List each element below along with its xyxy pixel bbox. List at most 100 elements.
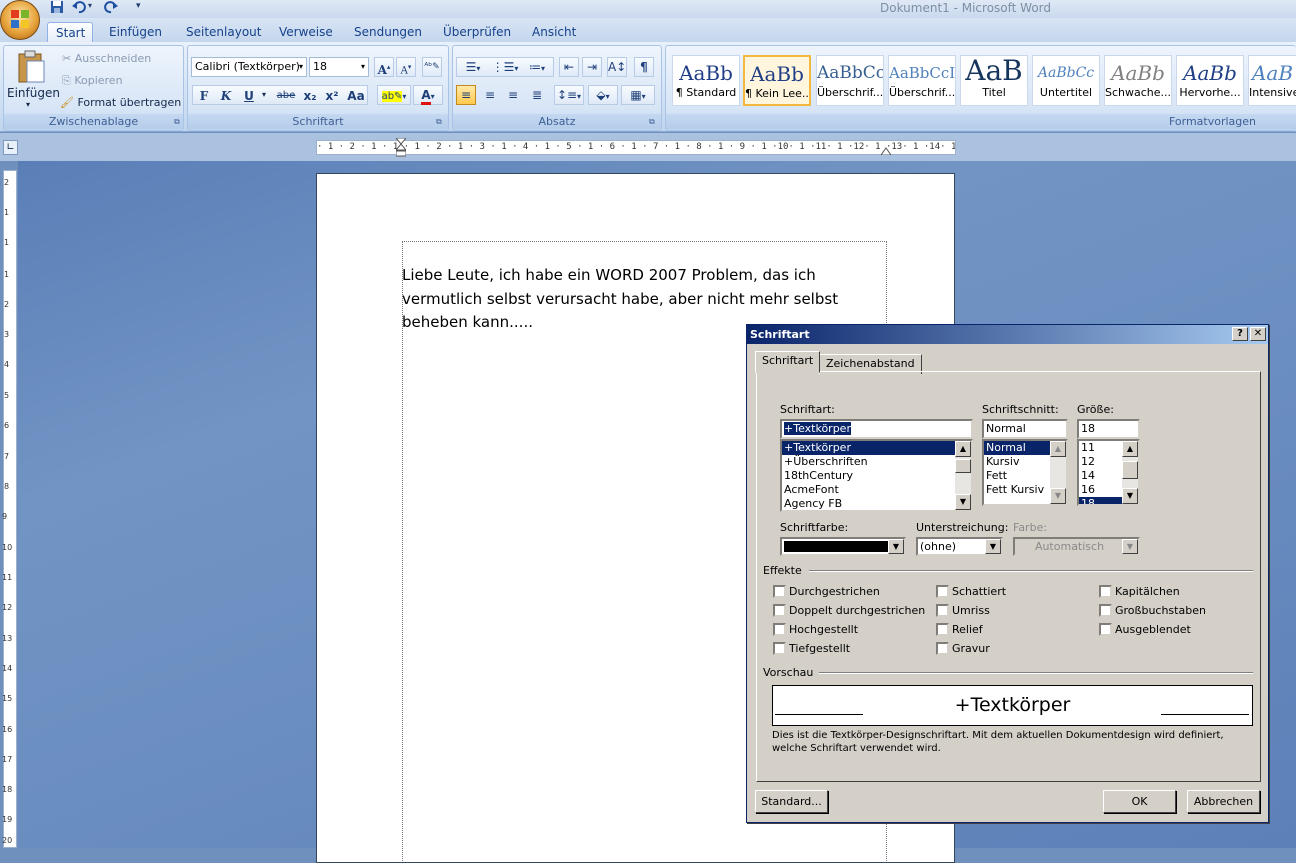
show-formatting-icon[interactable]: ¶ bbox=[634, 57, 654, 77]
style-intensive-hervorhebung[interactable]: AaBIntensive... bbox=[1248, 55, 1296, 106]
italic-button[interactable]: K bbox=[216, 86, 236, 106]
underline-dropdown[interactable]: (ohne) ▼ bbox=[916, 537, 1003, 556]
tab-ansicht[interactable]: Ansicht bbox=[524, 22, 584, 42]
emboss-checkbox[interactable] bbox=[936, 623, 949, 636]
cancel-button[interactable]: Abbrechen bbox=[1187, 790, 1260, 813]
numbering-icon[interactable]: ⋮☰▾ bbox=[490, 57, 520, 77]
undo-icon[interactable] bbox=[72, 0, 86, 15]
strikethrough-button[interactable]: abe bbox=[274, 86, 298, 106]
font-style-input[interactable]: Normal bbox=[982, 419, 1068, 439]
shading-icon[interactable]: ⬙▾ bbox=[588, 85, 618, 105]
grow-font-button[interactable]: A▴ bbox=[374, 57, 394, 77]
bold-button[interactable]: F bbox=[194, 86, 214, 106]
font-color-dropdown[interactable]: ▼ bbox=[780, 537, 906, 556]
subscript-checkbox[interactable] bbox=[773, 642, 786, 655]
shadow-checkbox[interactable] bbox=[936, 585, 949, 598]
tab-einfuegen[interactable]: Einfügen bbox=[101, 22, 170, 42]
list-item[interactable]: 18thCentury bbox=[782, 469, 971, 483]
tab-sendungen[interactable]: Sendungen bbox=[346, 22, 430, 42]
scroll-up-icon[interactable]: ▲ bbox=[1050, 441, 1066, 457]
font-size-combo[interactable]: 18 ▾ bbox=[309, 57, 369, 77]
dialog-launcher-icon[interactable]: ⧉ bbox=[174, 117, 180, 127]
tab-start[interactable]: Start bbox=[47, 22, 93, 43]
font-style-list[interactable]: Normal Kursiv Fett Fett Kursiv ▲ ▼ bbox=[982, 439, 1068, 506]
change-case-button[interactable]: Aa bbox=[346, 86, 366, 106]
paste-dropdown-icon[interactable]: ▾ bbox=[26, 100, 30, 109]
tab-seitenlayout[interactable]: Seitenlayout bbox=[178, 22, 269, 42]
align-left-icon[interactable]: ≡ bbox=[456, 85, 476, 105]
underline-color-dropdown[interactable]: Automatisch ▼ bbox=[1013, 537, 1140, 556]
tab-ueberpruefen[interactable]: Überprüfen bbox=[435, 22, 519, 42]
scrollbar[interactable]: ▲ ▼ bbox=[1050, 441, 1066, 504]
style-titel[interactable]: AaB Titel bbox=[960, 55, 1028, 106]
default-button[interactable]: Standard... bbox=[755, 790, 828, 813]
font-color-button[interactable]: A▾ bbox=[413, 85, 443, 105]
align-center-icon[interactable]: ≡ bbox=[480, 85, 500, 105]
multilevel-list-icon[interactable]: ≔▾ bbox=[522, 57, 552, 77]
copy-button[interactable]: ⎘ Kopieren bbox=[62, 74, 123, 88]
justify-icon[interactable]: ≣ bbox=[527, 85, 547, 105]
align-right-icon[interactable]: ≡ bbox=[503, 85, 523, 105]
paste-icon[interactable] bbox=[14, 49, 48, 85]
format-painter-button[interactable]: 🖌 Format übertragen bbox=[60, 96, 181, 109]
font-name-input[interactable]: +Textkörper bbox=[780, 419, 973, 439]
dialog-launcher-icon[interactable]: ⧉ bbox=[436, 117, 442, 127]
shrink-font-button[interactable]: A▾ bbox=[396, 57, 416, 77]
list-item[interactable]: 18 bbox=[1079, 497, 1122, 504]
list-item[interactable]: +Textkörper bbox=[782, 441, 971, 455]
office-button[interactable] bbox=[0, 0, 40, 40]
hidden-checkbox[interactable] bbox=[1099, 623, 1112, 636]
scroll-up-icon[interactable]: ▲ bbox=[955, 441, 971, 457]
tab-selector-icon[interactable]: ∟ bbox=[3, 140, 18, 155]
paste-button[interactable]: Einfügen bbox=[7, 86, 60, 100]
ok-button[interactable]: OK bbox=[1103, 790, 1176, 813]
scroll-down-icon[interactable]: ▼ bbox=[1050, 488, 1066, 504]
style-ueberschrift-1[interactable]: AaBbCc Überschrif... bbox=[816, 55, 884, 106]
double-strikethrough-checkbox[interactable] bbox=[773, 604, 786, 617]
scrollbar[interactable]: ▲ ▼ bbox=[1122, 441, 1138, 504]
style-schwache-hervorhebung[interactable]: AaBb Schwache... bbox=[1104, 55, 1172, 106]
style-untertitel[interactable]: AaBbCc Untertitel bbox=[1032, 55, 1100, 106]
help-button[interactable]: ? bbox=[1232, 327, 1248, 341]
right-indent-icon[interactable] bbox=[880, 145, 892, 156]
font-name-combo[interactable]: Calibri (Textkörper) ▾ bbox=[191, 57, 307, 77]
scroll-thumb[interactable] bbox=[955, 459, 971, 473]
indent-marker-icon[interactable] bbox=[394, 137, 408, 158]
subscript-button[interactable]: x₂ bbox=[300, 86, 320, 106]
list-item[interactable]: Agency FB bbox=[782, 497, 971, 510]
undo-dropdown-icon[interactable]: ▾ bbox=[88, 1, 92, 16]
save-icon[interactable] bbox=[50, 0, 64, 15]
font-list[interactable]: +Textkörper +Überschriften 18thCentury A… bbox=[780, 439, 973, 512]
sort-icon[interactable]: A↕ bbox=[607, 57, 627, 77]
style-hervorhebung[interactable]: AaBb Hervorhe... bbox=[1176, 55, 1244, 106]
small-caps-checkbox[interactable] bbox=[1099, 585, 1112, 598]
cut-button[interactable]: ✂ Ausschneiden bbox=[62, 52, 151, 65]
highlight-button[interactable]: ab✎▾ bbox=[377, 85, 411, 105]
horizontal-ruler[interactable]: · 1 · 2 · 1 · 1 · 1 · 2 · 1 · 3 · 1 · 4 … bbox=[316, 140, 956, 155]
clear-formatting-icon[interactable]: ᴬᵇ✎ bbox=[422, 57, 442, 77]
bullets-icon[interactable]: ☰▾ bbox=[458, 57, 488, 77]
scroll-thumb[interactable] bbox=[1122, 461, 1138, 479]
close-icon[interactable]: ✕ bbox=[1250, 327, 1266, 341]
scroll-down-icon[interactable]: ▼ bbox=[1122, 488, 1138, 504]
tab-verweise[interactable]: Verweise bbox=[271, 22, 341, 42]
underline-dropdown-icon[interactable]: ▾ bbox=[262, 90, 266, 99]
engrave-checkbox[interactable] bbox=[936, 642, 949, 655]
style-kein-leerraum[interactable]: AaBb ¶ Kein Lee... bbox=[743, 55, 811, 106]
line-spacing-icon[interactable]: ↕≡▾ bbox=[554, 85, 584, 105]
font-size-input[interactable]: 18 bbox=[1077, 419, 1140, 439]
underline-button[interactable]: U bbox=[239, 86, 259, 106]
customize-qat-icon[interactable]: ▾ bbox=[136, 1, 141, 16]
superscript-button[interactable]: x² bbox=[322, 86, 342, 106]
list-item[interactable]: +Überschriften bbox=[782, 455, 971, 469]
outline-checkbox[interactable] bbox=[936, 604, 949, 617]
list-item[interactable]: Normal bbox=[984, 441, 1050, 455]
tab-schriftart[interactable]: Schriftart bbox=[755, 351, 821, 373]
increase-indent-icon[interactable]: ⇥ bbox=[582, 57, 602, 77]
style-ueberschrift-2[interactable]: AaBbCcI Überschrif... bbox=[888, 55, 956, 106]
all-caps-checkbox[interactable] bbox=[1099, 604, 1112, 617]
font-size-list[interactable]: 11 12 14 16 18 ▲ ▼ bbox=[1077, 439, 1140, 506]
decrease-indent-icon[interactable]: ⇤ bbox=[559, 57, 579, 77]
redo-icon[interactable] bbox=[104, 0, 118, 15]
borders-icon[interactable]: ▦▾ bbox=[621, 85, 655, 105]
